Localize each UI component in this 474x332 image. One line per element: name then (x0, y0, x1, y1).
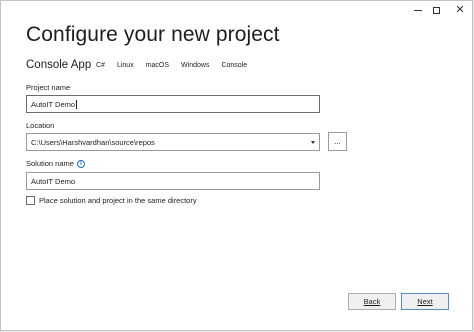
browse-button[interactable]: ... (328, 132, 347, 151)
tag-macos: macOS (145, 62, 170, 69)
same-directory-checkbox[interactable] (26, 196, 35, 205)
solution-name-input[interactable]: AutoIT Demo (26, 172, 320, 190)
maximize-button[interactable] (425, 3, 447, 17)
same-directory-label: Place solution and project in the same d… (39, 196, 197, 205)
project-name-input[interactable]: AutoIT Demo (26, 95, 320, 113)
project-name-value: AutoIT Demo (31, 99, 76, 109)
template-tags: C# Linux macOS Windows Console (91, 60, 254, 72)
next-button-label: Next (417, 297, 433, 306)
project-name-label: Project name (26, 83, 71, 92)
location-value: C:\Users\Harshvardhan\source\repos (31, 137, 155, 147)
tag-csharp: C# (96, 62, 105, 69)
info-icon[interactable]: i (76, 159, 85, 168)
page-title: Configure your new project (26, 23, 280, 46)
text-caret (76, 99, 78, 109)
tag-linux: Linux (116, 62, 134, 69)
location-combobox[interactable]: C:\Users\Harshvardhan\source\repos (26, 133, 320, 151)
tag-windows: Windows (181, 62, 210, 69)
minimize-icon (414, 9, 422, 11)
chevron-down-icon[interactable] (311, 140, 315, 144)
solution-name-label: Solution name (26, 159, 74, 168)
solution-name-value: AutoIT Demo (31, 176, 76, 186)
close-button[interactable]: ✕ (449, 3, 471, 17)
close-icon: ✕ (455, 3, 465, 16)
maximize-icon (432, 6, 440, 14)
solution-name-label-row: Solution name i (26, 159, 85, 168)
back-button[interactable]: Back (348, 293, 396, 310)
template-name: Console App (26, 59, 92, 71)
next-button[interactable]: Next (401, 293, 449, 310)
back-button-label: Back (363, 297, 381, 306)
same-directory-option[interactable]: Place solution and project in the same d… (26, 196, 197, 205)
location-label: Location (26, 121, 55, 130)
tag-console: Console (221, 62, 248, 69)
configure-project-window: ✕ Configure your new project Console App… (0, 0, 473, 331)
